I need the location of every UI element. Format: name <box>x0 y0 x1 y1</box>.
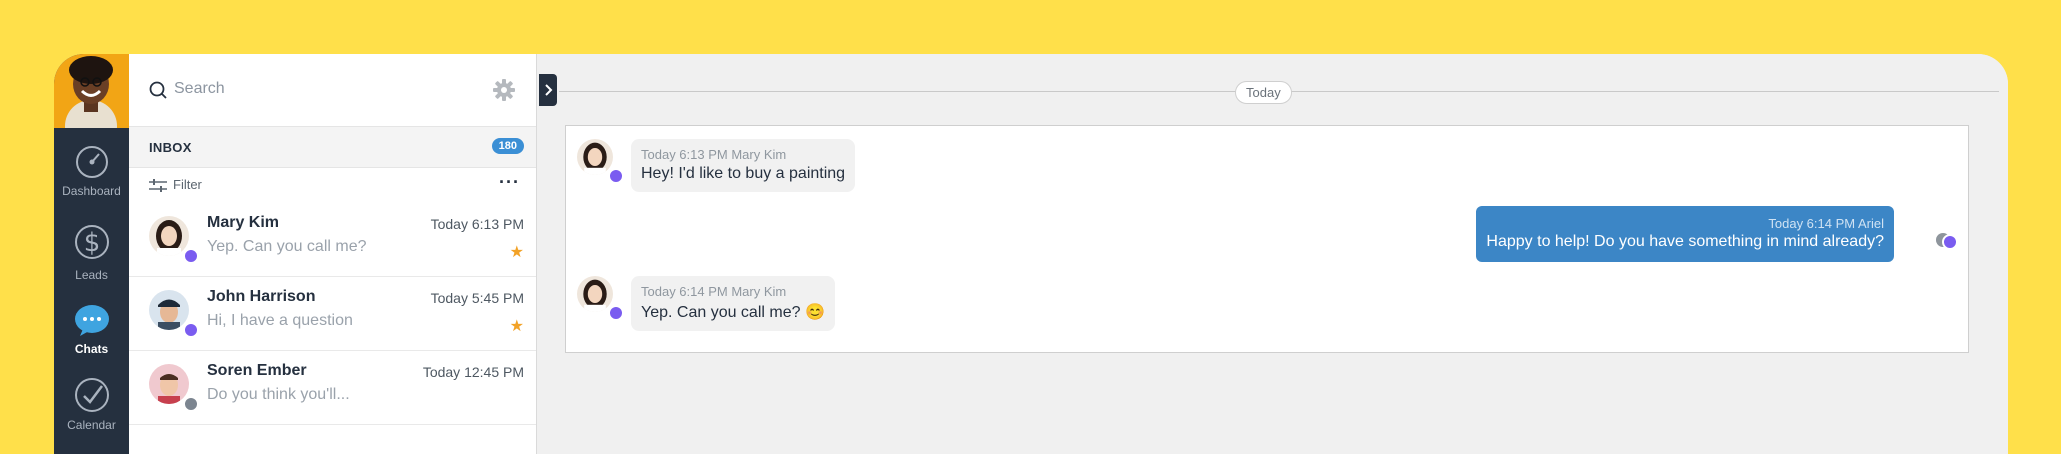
dollar-icon: $ <box>74 225 109 259</box>
message-text: Hey! I'd like to buy a painting <box>641 165 846 182</box>
messenger-icon <box>608 168 624 184</box>
gear-icon[interactable] <box>493 79 515 101</box>
dashboard-icon <box>75 146 108 178</box>
nav-leads[interactable]: $ Leads <box>54 220 129 282</box>
nav-dashboard-label: Dashboard <box>62 184 121 198</box>
chat-name: Soren Ember <box>207 362 307 379</box>
outgoing-message: Today 6:14 PM Ariel Happy to help! Do yo… <box>1476 206 1894 262</box>
chat-name: John Harrison <box>207 288 316 305</box>
incoming-message: Today 6:14 PM Mary Kim Yep. Can you call… <box>631 276 835 331</box>
chat-time: Today 5:45 PM <box>430 290 524 306</box>
message-text: Happy to help! Do you have something in … <box>1486 233 1884 250</box>
nav-calendar-label: Calendar <box>67 418 116 432</box>
search-input[interactable]: Search <box>174 80 225 98</box>
nav-calendar[interactable]: Calendar <box>54 376 129 432</box>
message-meta: Today 6:14 PM Mary Kim <box>641 284 787 299</box>
inbox-count-badge: 180 <box>491 138 524 154</box>
svg-text:$: $ <box>83 228 100 258</box>
message-meta: Today 6:14 PM Ariel <box>1768 216 1884 231</box>
more-options-button[interactable]: ··· <box>499 172 520 193</box>
chat-row-mary-kim[interactable]: Mary Kim Yep. Can you call me? Today 6:1… <box>129 202 536 277</box>
inbox-header: INBOX 180 <box>129 127 536 168</box>
avatar <box>149 216 189 256</box>
messenger-icon <box>1942 234 1958 250</box>
filter-bar: Filter ··· <box>129 172 536 202</box>
chat-row-soren-ember[interactable]: Soren Ember Do you think you'll... Today… <box>129 350 536 425</box>
search-icon <box>149 81 167 99</box>
messenger-icon <box>183 322 199 338</box>
messenger-icon <box>608 305 624 321</box>
star-icon[interactable]: ★ <box>510 242 524 262</box>
nav-leads-label: Leads <box>75 268 108 282</box>
messenger-icon <box>183 248 199 264</box>
collapse-toggle-button[interactable] <box>539 74 557 106</box>
filter-button[interactable]: Filter <box>173 177 202 192</box>
chat-time: Today 12:45 PM <box>422 364 524 380</box>
chat-bubble-icon <box>74 305 109 336</box>
chevron-right-icon <box>545 84 553 96</box>
sms-icon <box>183 396 199 412</box>
chat-preview: Hi, I have a question <box>207 312 353 329</box>
app-window: Dashboard $ Leads Chats Calendar Search … <box>54 54 2008 454</box>
conversation-panel: Today Today 6:13 PM Mary Kim Hey! I'd li… <box>537 54 2008 454</box>
sliders-icon[interactable] <box>149 178 167 194</box>
chat-time: Today 6:13 PM <box>430 216 524 232</box>
chat-preview: Do you think you'll... <box>207 386 350 403</box>
message-thread: Today 6:13 PM Mary Kim Hey! I'd like to … <box>565 125 1969 353</box>
inbox-label: INBOX <box>149 140 192 155</box>
chat-list-panel: Search INBOX 180 Filter ··· Mary Kim Yep… <box>129 54 537 454</box>
star-icon[interactable]: ★ <box>510 316 524 336</box>
message-text: Yep. Can you call me? 😊 <box>641 304 825 321</box>
message-meta: Today 6:13 PM Mary Kim <box>641 147 787 162</box>
date-divider: Today <box>1235 81 1292 104</box>
left-nav: Dashboard $ Leads Chats Calendar <box>54 54 129 454</box>
chat-preview: Yep. Can you call me? <box>207 238 367 255</box>
search-bar[interactable]: Search <box>129 54 536 127</box>
avatar <box>149 364 189 404</box>
chat-row-john-harrison[interactable]: John Harrison Hi, I have a question Toda… <box>129 276 536 351</box>
nav-chats[interactable]: Chats <box>54 302 129 356</box>
incoming-message: Today 6:13 PM Mary Kim Hey! I'd like to … <box>631 139 856 192</box>
chat-name: Mary Kim <box>207 214 280 231</box>
avatar <box>149 290 189 330</box>
checkmark-icon <box>74 378 109 412</box>
avatar <box>577 276 613 312</box>
nav-dashboard[interactable]: Dashboard <box>54 144 129 198</box>
nav-chats-label: Chats <box>74 342 109 356</box>
avatar <box>577 139 613 175</box>
user-avatar[interactable] <box>54 54 129 128</box>
